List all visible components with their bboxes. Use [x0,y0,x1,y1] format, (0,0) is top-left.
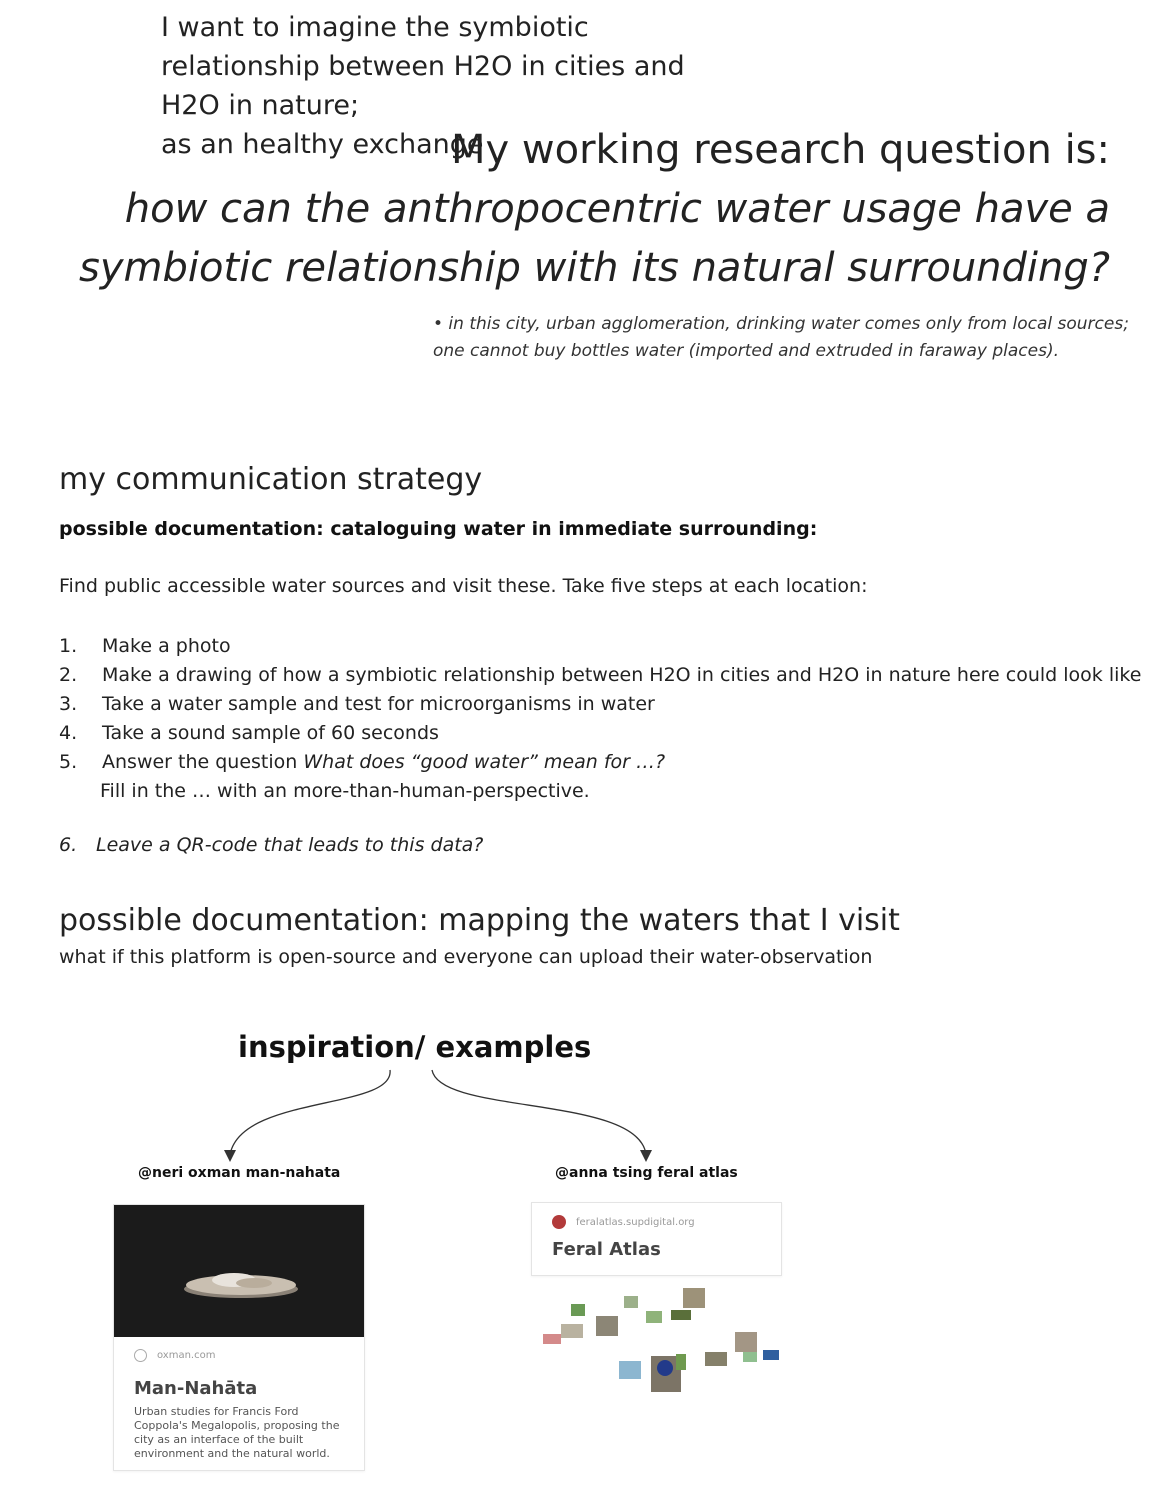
arrow-left-head [224,1150,236,1162]
link-card-man-nahata[interactable]: oxman.com Man-Nahāta Urban studies for F… [113,1204,365,1471]
arrow-left-line [229,1069,391,1156]
handle-oxman: @neri oxman man-nahata [138,1165,341,1181]
handle-tsing: @anna tsing feral atlas [555,1165,738,1181]
card-domain: oxman.com [157,1350,216,1361]
link-card-feral-atlas[interactable]: feralatlas.supdigital.org Feral Atlas [531,1202,782,1276]
card-description: Urban studies for Francis Ford Coppola's… [134,1405,340,1460]
card-domain: feralatlas.supdigital.org [576,1216,695,1228]
bowl-image [184,1273,298,1298]
card-image [114,1205,364,1337]
site-favicon-icon [552,1215,566,1229]
globe-icon [134,1349,147,1362]
card-title: Man-Nahāta [134,1378,258,1399]
arrow-right-line [431,1069,647,1156]
card-title: Feral Atlas [552,1239,661,1260]
feral-atlas-collage-image [543,1288,779,1392]
arrow-right-head [640,1150,652,1162]
